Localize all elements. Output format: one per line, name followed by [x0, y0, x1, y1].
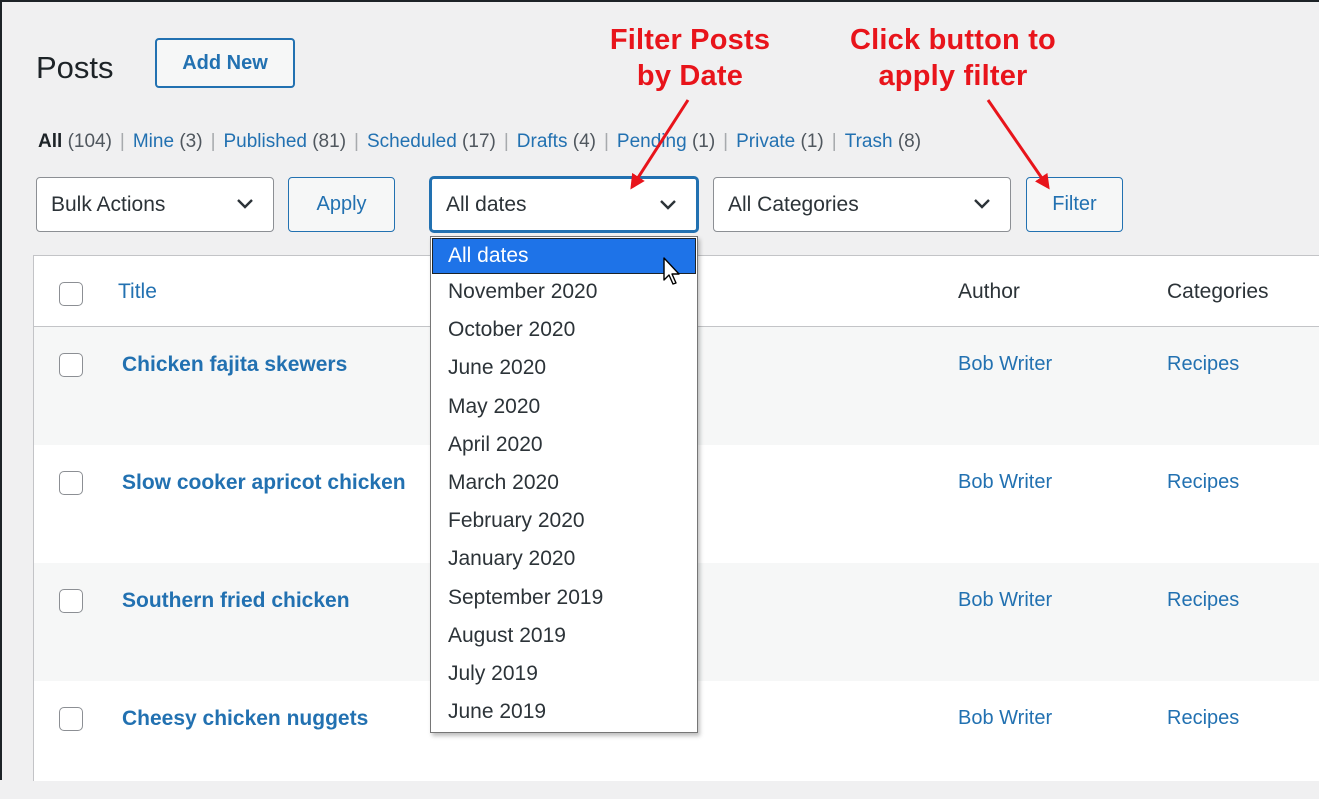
view-separator: |	[210, 131, 216, 152]
category-link[interactable]: Recipes	[1167, 589, 1239, 612]
mouse-pointer-icon	[663, 257, 680, 285]
column-categories: Categories	[1167, 280, 1269, 303]
bulk-actions-select[interactable]: Bulk Actions	[36, 177, 274, 232]
view-published[interactable]: Published (81)	[224, 131, 347, 152]
add-new-button[interactable]: Add New	[155, 38, 295, 88]
date-option[interactable]: May 2020	[431, 388, 697, 426]
post-title-link[interactable]: Slow cooker apricot chicken	[122, 471, 406, 495]
date-option[interactable]: February 2020	[431, 502, 697, 540]
view-separator: |	[723, 131, 729, 152]
author-link[interactable]: Bob Writer	[958, 471, 1052, 494]
author-link[interactable]: Bob Writer	[958, 353, 1052, 376]
annotation-click-filter: Click button to apply filter	[850, 24, 1056, 92]
annotation-filter-by-date: Filter Posts by Date	[609, 24, 771, 92]
view-scheduled[interactable]: Scheduled (17)	[367, 131, 496, 152]
category-link[interactable]: Recipes	[1167, 707, 1239, 730]
view-separator: |	[503, 131, 509, 152]
arrow-to-filter-button	[986, 99, 1050, 190]
date-option[interactable]: June 2020	[431, 349, 697, 387]
view-separator: |	[119, 131, 125, 152]
row-checkbox[interactable]	[59, 589, 83, 613]
column-author: Author	[958, 280, 1020, 303]
select-all-checkbox[interactable]	[59, 282, 83, 306]
post-title-link[interactable]: Southern fried chicken	[122, 589, 350, 613]
date-filter-select[interactable]: All dates	[430, 177, 698, 232]
view-separator: |	[831, 131, 837, 152]
screenshot-border-top	[0, 0, 1319, 2]
date-option[interactable]: October 2020	[431, 311, 697, 349]
page-title: Posts	[36, 50, 114, 85]
category-link[interactable]: Recipes	[1167, 471, 1239, 494]
post-status-views: All (104) | Mine (3) | Published (81) | Schedu…	[38, 131, 921, 153]
row-checkbox[interactable]	[59, 471, 83, 495]
chevron-down-icon	[660, 200, 676, 210]
filter-button[interactable]: Filter	[1026, 177, 1123, 232]
apply-button[interactable]: Apply	[288, 177, 395, 232]
screenshot-border-left	[0, 0, 2, 780]
bulk-actions-value: Bulk Actions	[51, 192, 166, 216]
category-link[interactable]: Recipes	[1167, 353, 1239, 376]
row-checkbox[interactable]	[59, 353, 83, 377]
date-option[interactable]: All dates	[432, 238, 696, 274]
chevron-down-icon	[974, 199, 990, 209]
view-separator: |	[354, 131, 359, 152]
date-filter-value: All dates	[446, 192, 527, 216]
view-drafts[interactable]: Drafts (4)	[517, 131, 596, 152]
date-filter-dropdown-list: All dates November 2020 October 2020 Jun…	[430, 236, 698, 733]
author-link[interactable]: Bob Writer	[958, 707, 1052, 730]
date-option[interactable]: January 2020	[431, 540, 697, 578]
view-separator: |	[603, 131, 609, 152]
date-option[interactable]: March 2020	[431, 464, 697, 502]
post-title-link[interactable]: Chicken fajita skewers	[122, 353, 347, 377]
date-option[interactable]: November 2020	[431, 273, 697, 311]
view-all[interactable]: All (104)	[38, 131, 112, 152]
view-trash[interactable]: Trash (8)	[845, 131, 921, 152]
view-private[interactable]: Private (1)	[736, 131, 824, 152]
date-option[interactable]: July 2019	[431, 655, 697, 693]
author-link[interactable]: Bob Writer	[958, 589, 1052, 612]
category-filter-select[interactable]: All Categories	[713, 177, 1011, 232]
date-option[interactable]: September 2019	[431, 579, 697, 617]
date-option[interactable]: June 2019	[431, 693, 697, 731]
date-option[interactable]: April 2020	[431, 426, 697, 464]
post-title-link[interactable]: Cheesy chicken nuggets	[122, 707, 368, 731]
column-title[interactable]: Title	[118, 280, 157, 304]
view-pending[interactable]: Pending (1)	[617, 131, 715, 152]
view-mine[interactable]: Mine (3)	[133, 131, 203, 152]
row-checkbox[interactable]	[59, 707, 83, 731]
category-filter-value: All Categories	[728, 192, 859, 216]
date-option[interactable]: August 2019	[431, 617, 697, 655]
chevron-down-icon	[237, 199, 253, 209]
